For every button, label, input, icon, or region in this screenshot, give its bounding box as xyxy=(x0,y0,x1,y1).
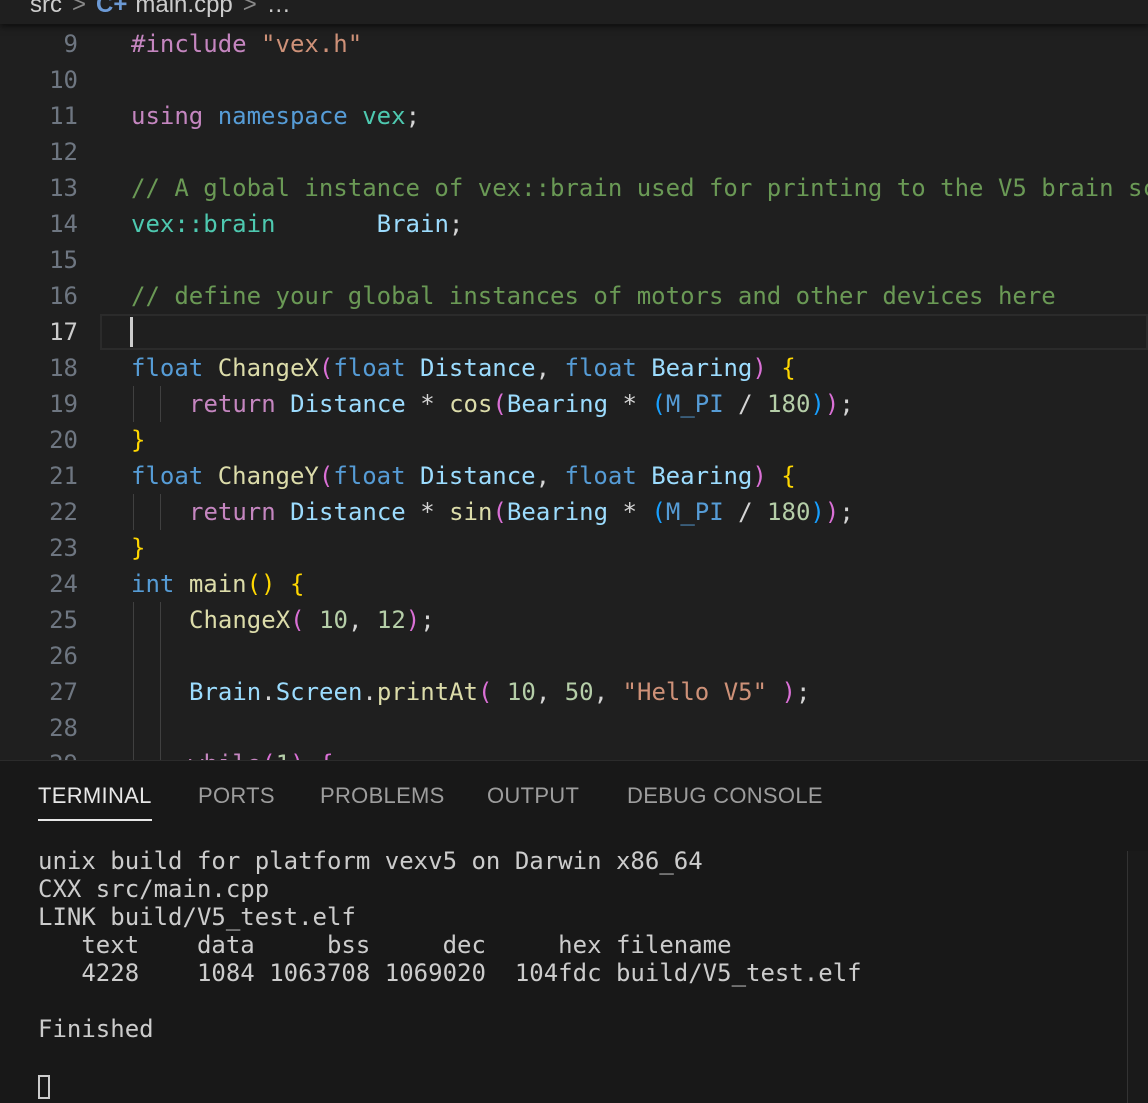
terminal-line: Finished xyxy=(38,1015,154,1043)
line-number-active: 17 xyxy=(49,318,78,346)
code-line: Brain.Screen.printAt( 10, 50, "Hello V5"… xyxy=(189,678,811,706)
line-number: 22 xyxy=(49,498,78,526)
line-number: 25 xyxy=(49,606,78,634)
code-line: ChangeX( 10, 12); xyxy=(189,606,435,634)
code-line: return Distance * cos(Bearing * (M_PI / … xyxy=(189,390,854,418)
code-line: while(1) { xyxy=(189,746,334,760)
code-line: } xyxy=(131,426,146,454)
line-number: 26 xyxy=(49,642,78,670)
tab-ports[interactable]: PORTS xyxy=(198,783,275,819)
code-comment: // define your global instances of motor… xyxy=(131,282,1056,310)
line-number: 15 xyxy=(49,246,78,274)
breadcrumb-more[interactable]: … xyxy=(267,0,291,19)
breadcrumb: src > C+ main.cpp > … xyxy=(0,0,1148,24)
code-line: } xyxy=(131,534,146,562)
panel-tabs: TERMINAL PORTS PROBLEMS OUTPUT DEBUG CON… xyxy=(0,761,1148,831)
line-number: 12 xyxy=(49,138,78,166)
line-number: 28 xyxy=(49,714,78,742)
breadcrumb-folder[interactable]: src xyxy=(30,0,62,19)
line-number: 13 xyxy=(49,174,78,202)
tab-problems[interactable]: PROBLEMS xyxy=(320,783,445,819)
code-line: using namespace vex; xyxy=(131,102,421,130)
line-number: 29 xyxy=(0,746,78,760)
bottom-panel: TERMINAL PORTS PROBLEMS OUTPUT DEBUG CON… xyxy=(0,760,1148,1103)
terminal-line: text data bss dec hex filename xyxy=(38,931,732,959)
cpp-file-icon: C+ xyxy=(96,0,128,18)
line-number: 14 xyxy=(49,210,78,238)
code-line: float ChangeX(float Distance, float Bear… xyxy=(131,354,796,382)
line-number: 19 xyxy=(49,390,78,418)
line-number: 20 xyxy=(49,426,78,454)
code-comment: // A global instance of vex::brain used … xyxy=(131,174,1148,202)
chevron-right-icon: > xyxy=(242,0,257,18)
terminal-line: unix build for platform vexv5 on Darwin … xyxy=(38,847,703,875)
line-number: 9 xyxy=(63,30,78,58)
code-line: #include "vex.h" xyxy=(131,30,363,58)
code-editor[interactable]: 9 10 11 12 13 14 15 16 17 18 19 20 21 22… xyxy=(0,24,1148,760)
terminal-line: LINK build/V5_test.elf xyxy=(38,903,356,931)
code-line: int main() { xyxy=(131,570,305,598)
terminal-line: 4228 1084 1063708 1069020 104fdc build/V… xyxy=(38,959,862,987)
breadcrumb-file[interactable]: main.cpp xyxy=(135,0,232,19)
tab-output[interactable]: OUTPUT xyxy=(487,783,579,819)
tab-debug-console[interactable]: DEBUG CONSOLE xyxy=(627,783,823,819)
terminal-output[interactable]: unix build for platform vexv5 on Darwin … xyxy=(38,847,1118,1043)
code-line: return Distance * sin(Bearing * (M_PI / … xyxy=(189,498,854,526)
terminal-cursor xyxy=(38,1075,50,1099)
tab-terminal[interactable]: TERMINAL xyxy=(38,783,152,821)
chevron-right-icon: > xyxy=(72,0,87,18)
line-number: 16 xyxy=(49,282,78,310)
terminal-scrollbar[interactable] xyxy=(1127,851,1148,1103)
line-number: 27 xyxy=(49,678,78,706)
code-line: vex::brain Brain; xyxy=(131,210,464,238)
line-number: 18 xyxy=(49,354,78,382)
line-number: 21 xyxy=(49,462,78,490)
line-number: 10 xyxy=(49,66,78,94)
line-number: 24 xyxy=(49,570,78,598)
line-number: 23 xyxy=(49,534,78,562)
code-line: float ChangeY(float Distance, float Bear… xyxy=(131,462,796,490)
terminal-line: CXX src/main.cpp xyxy=(38,875,270,903)
line-number: 11 xyxy=(49,102,78,130)
